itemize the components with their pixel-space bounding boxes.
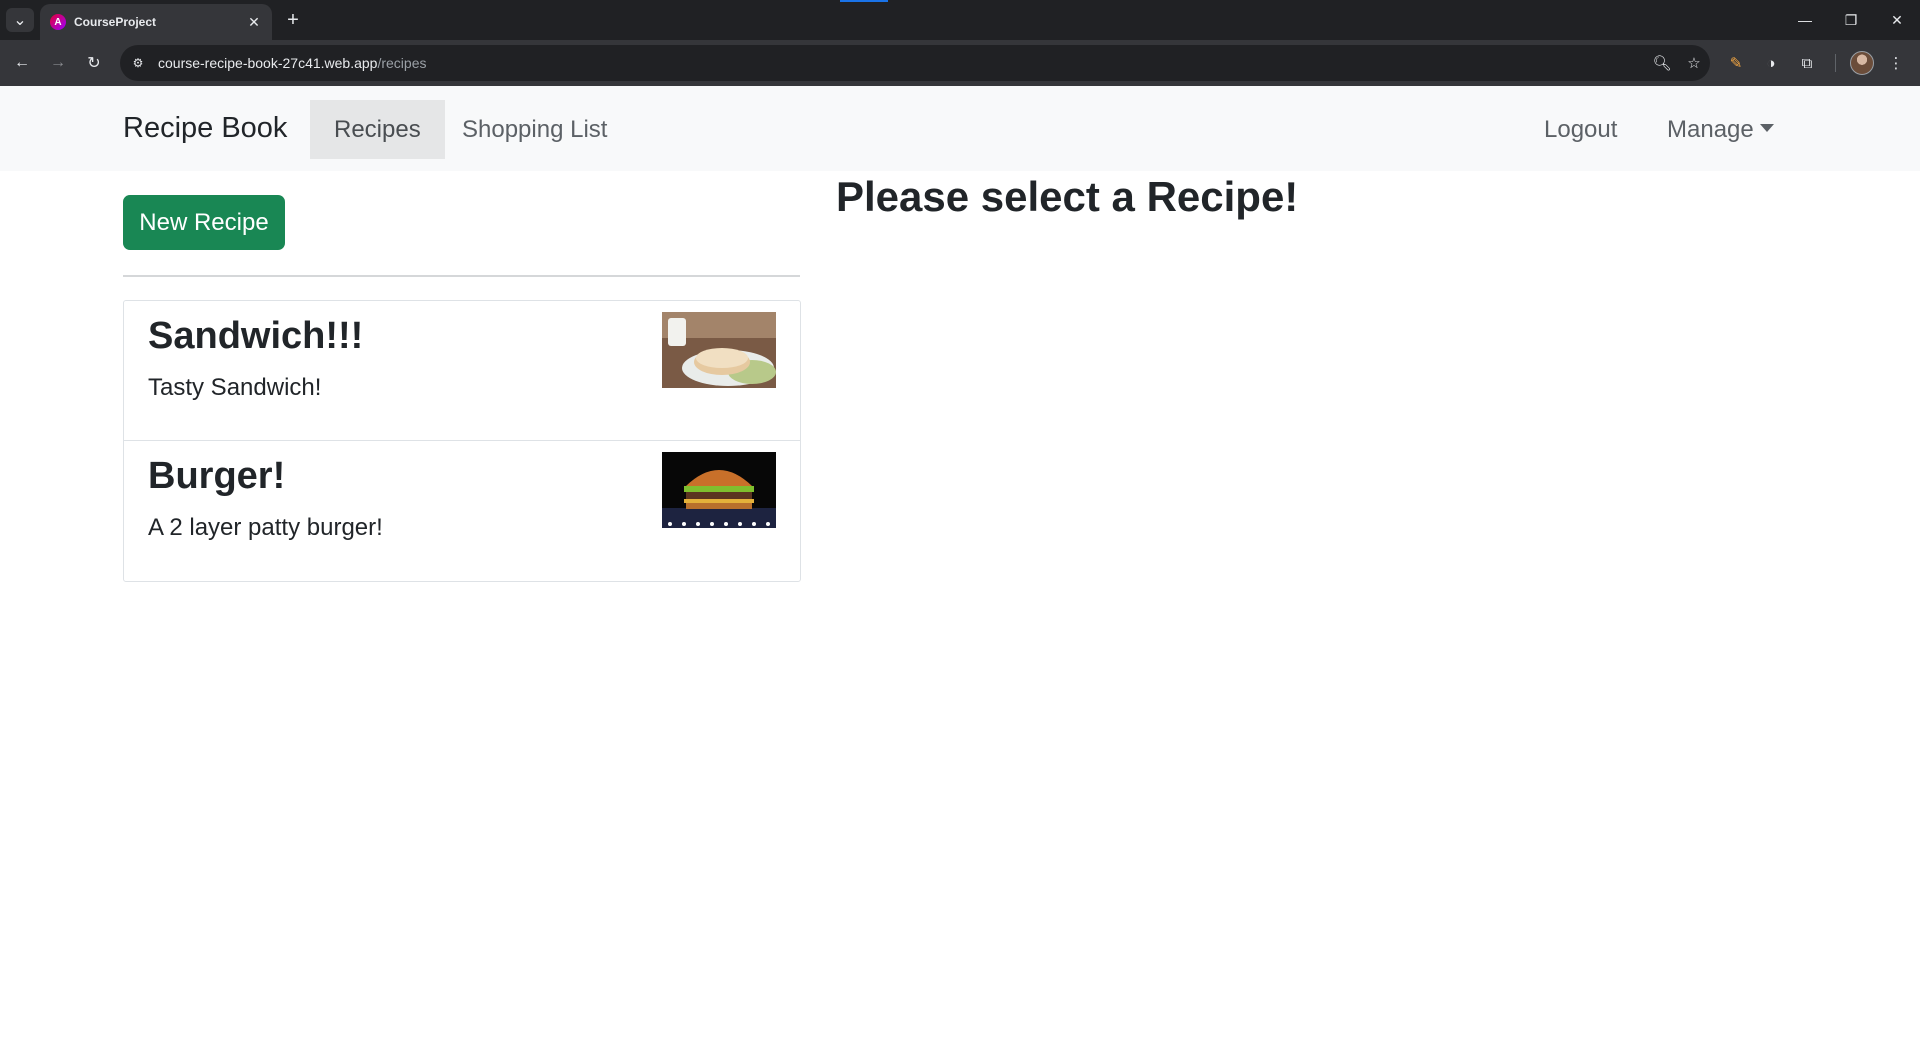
recipe-name: Burger!	[148, 455, 286, 497]
forward-arrow-icon[interactable]: →	[44, 49, 72, 77]
site-info-icon[interactable]: ⚙	[124, 49, 152, 77]
angular-favicon-icon: A	[50, 14, 66, 30]
manage-label: Manage	[1667, 115, 1754, 143]
loading-indicator	[840, 0, 888, 2]
toolbar-divider	[1835, 54, 1836, 72]
recipe-list: Sandwich!!! Tasty Sandwich! Burger! A 2 …	[123, 300, 801, 582]
pen-extension-icon[interactable]: ✎	[1722, 49, 1750, 77]
nav-link-recipes[interactable]: Recipes	[310, 100, 445, 159]
browser-toolbar: ← → ↻ ⚙ course-recipe-book-27c41.web.app…	[0, 40, 1920, 86]
select-recipe-heading: Please select a Recipe!	[836, 173, 1299, 220]
burger-image	[662, 452, 776, 528]
reload-icon[interactable]: ↻	[80, 49, 108, 77]
recipe-item-burger[interactable]: Burger! A 2 layer patty burger!	[124, 441, 800, 581]
restore-icon[interactable]: ❐	[1828, 0, 1874, 40]
page-content: Recipe Book Recipes Shopping List Logout…	[0, 86, 1920, 1040]
zoom-icon[interactable]: 🔍︎	[1646, 49, 1678, 77]
recipe-item-sandwich[interactable]: Sandwich!!! Tasty Sandwich!	[124, 301, 800, 441]
url-host: course-recipe-book-27c41.web.app	[158, 55, 378, 71]
sandwich-image	[662, 312, 776, 388]
new-recipe-button[interactable]: New Recipe	[123, 195, 285, 250]
browser-titlebar: ⌄ A CourseProject ✕ + — ❐ ✕	[0, 0, 1920, 40]
recipe-description: Tasty Sandwich!	[148, 374, 322, 401]
brand-link[interactable]: Recipe Book	[123, 112, 287, 145]
close-icon[interactable]: ✕	[244, 12, 264, 32]
minimize-icon[interactable]: —	[1782, 0, 1828, 40]
nav-link-shopping-list[interactable]: Shopping List	[438, 100, 631, 159]
url-path: /recipes	[377, 55, 427, 71]
more-menu-icon[interactable]: ⋮	[1882, 49, 1910, 77]
divider	[123, 275, 800, 277]
back-arrow-icon[interactable]: ←	[8, 49, 36, 77]
address-bar[interactable]: ⚙ course-recipe-book-27c41.web.app/recip…	[120, 45, 1710, 81]
caret-down-icon	[1759, 123, 1774, 132]
app-navbar: Recipe Book Recipes Shopping List Logout…	[0, 86, 1920, 171]
color-extension-icon[interactable]: ◑	[1757, 49, 1785, 77]
profile-avatar[interactable]	[1850, 51, 1874, 75]
manage-dropdown[interactable]: Manage	[1643, 100, 1798, 159]
browser-tab[interactable]: A CourseProject ✕	[40, 4, 272, 40]
chevron-down-icon: ⌄	[13, 12, 27, 29]
new-tab-button[interactable]: +	[280, 8, 306, 32]
recipe-description: A 2 layer patty burger!	[148, 514, 383, 541]
window-close-icon[interactable]: ✕	[1874, 0, 1920, 40]
bookmark-star-icon[interactable]: ☆	[1678, 49, 1710, 77]
window-controls: — ❐ ✕	[1782, 0, 1920, 40]
recipe-name: Sandwich!!!	[148, 315, 364, 357]
extensions-puzzle-icon[interactable]: ⧉	[1793, 49, 1821, 77]
logout-link[interactable]: Logout	[1520, 100, 1641, 159]
url-text[interactable]: course-recipe-book-27c41.web.app/recipes	[158, 55, 1646, 71]
tab-title: CourseProject	[74, 15, 157, 29]
tab-search-button[interactable]: ⌄	[6, 8, 34, 32]
